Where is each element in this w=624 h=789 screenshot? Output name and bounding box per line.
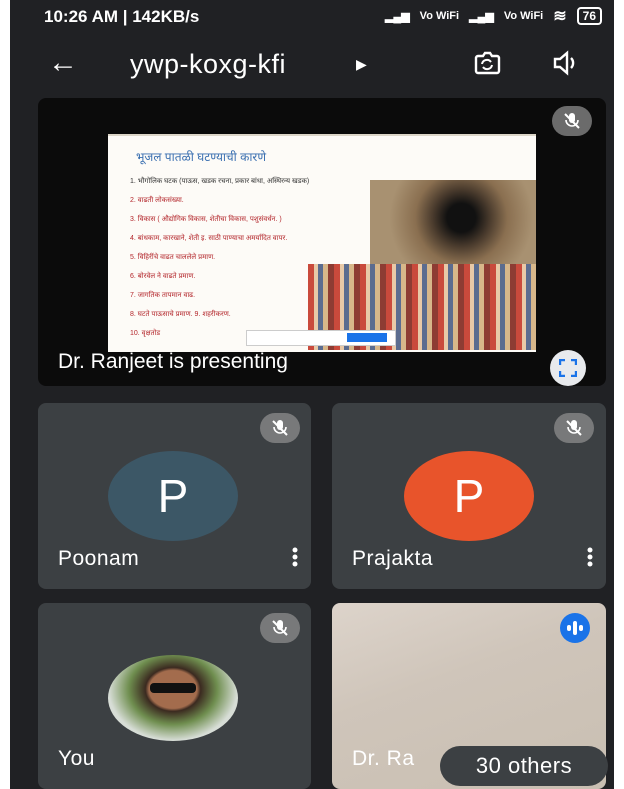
top-bar: ← ywp-koxg-kfi ▶: [10, 38, 614, 94]
slide-title: भूजल पातळी घटण्याची कारणे: [136, 150, 267, 164]
share-notice-button: [347, 333, 387, 342]
status-time: 10:26 AM | 142KB/s: [44, 7, 200, 26]
mic-off-icon: [552, 106, 592, 136]
battery-icon: 76: [576, 7, 602, 25]
speaker-icon[interactable]: [552, 50, 580, 81]
more-options-icon[interactable]: [586, 546, 594, 573]
back-arrow-icon[interactable]: ←: [48, 48, 78, 78]
wifi-icon: ≋: [553, 8, 567, 25]
presentation-tile[interactable]: भूजल पातळी घटण्याची कारणे 1. भौगोलिक घटक…: [38, 98, 606, 386]
profile-photo: [108, 655, 238, 741]
signal-icon: ▂▄▆: [384, 10, 410, 23]
slide-item: 2. वाढती लोकसंख्या.: [130, 197, 184, 204]
network-label-2: Vo WiFi: [503, 10, 544, 22]
participant-tile-prajakta[interactable]: P Prajakta: [332, 403, 606, 589]
mic-off-icon: [554, 413, 594, 443]
participant-tile-you[interactable]: You: [38, 603, 311, 789]
status-bar: 10:26 AM | 142KB/s ▂▄▆ Vo WiFi ▂▄▆ Vo Wi…: [10, 0, 614, 34]
participant-name: You: [58, 747, 95, 770]
slide-item: 7. जागतिक तापमान वाढ.: [130, 292, 196, 299]
sunglasses: [150, 683, 196, 693]
slide-item: 8. घटते पाऊसाचे प्रमाण. 9. शहरीकरण.: [130, 311, 231, 318]
mic-off-icon: [260, 613, 300, 643]
slide-list: 1. भौगोलिक घटक (पाऊस, खडक रचना, प्रकार ब…: [130, 172, 309, 343]
meeting-code[interactable]: ywp-koxg-kfi: [130, 49, 286, 80]
slide-item: 1. भौगोलिक घटक (पाऊस, खडक रचना, प्रकार ब…: [130, 178, 310, 185]
meet-screen: 10:26 AM | 142KB/s ▂▄▆ Vo WiFi ▂▄▆ Vo Wi…: [10, 0, 614, 789]
share-notice-bar: [246, 330, 396, 346]
caret-right-icon[interactable]: ▶: [356, 56, 367, 73]
others-count-button[interactable]: 30 others: [440, 746, 608, 786]
status-icons: ▂▄▆ Vo WiFi ▂▄▆ Vo WiFi ≋ 76: [385, 6, 602, 26]
presenting-label: Dr. Ranjeet is presenting: [58, 350, 288, 373]
slide-item: 3. विकास ( औद्योगिक विकास, शेतीचा विकास,…: [130, 216, 282, 223]
avatar: P: [108, 451, 238, 541]
participant-tile-poonam[interactable]: P Poonam: [38, 403, 311, 589]
shared-slide: भूजल पातळी घटण्याची कारणे 1. भौगोलिक घटक…: [108, 134, 536, 352]
well-photo: [370, 180, 536, 264]
slide-item: 4. बांधकाम, कारखाने, शेती इ. साठी पाण्या…: [130, 235, 288, 242]
signal-icon-2: ▂▄▆: [469, 10, 494, 23]
participant-name: Dr. Ra: [352, 747, 415, 770]
slide-item: 5. विहिरींचे वाढत चाललेले प्रमाण.: [130, 254, 216, 261]
mic-off-icon: [260, 413, 300, 443]
network-label-1: Vo WiFi: [419, 10, 460, 22]
switch-camera-icon[interactable]: [470, 46, 504, 85]
fullscreen-icon[interactable]: [550, 350, 586, 386]
speaking-indicator-icon: [560, 613, 590, 643]
participant-name: Poonam: [58, 547, 140, 570]
avatar: P: [404, 451, 534, 541]
slide-item: 6. बोरवेल ने वाढते प्रमाण.: [130, 273, 196, 280]
more-options-icon[interactable]: [291, 546, 299, 573]
participant-name: Prajakta: [352, 547, 434, 570]
